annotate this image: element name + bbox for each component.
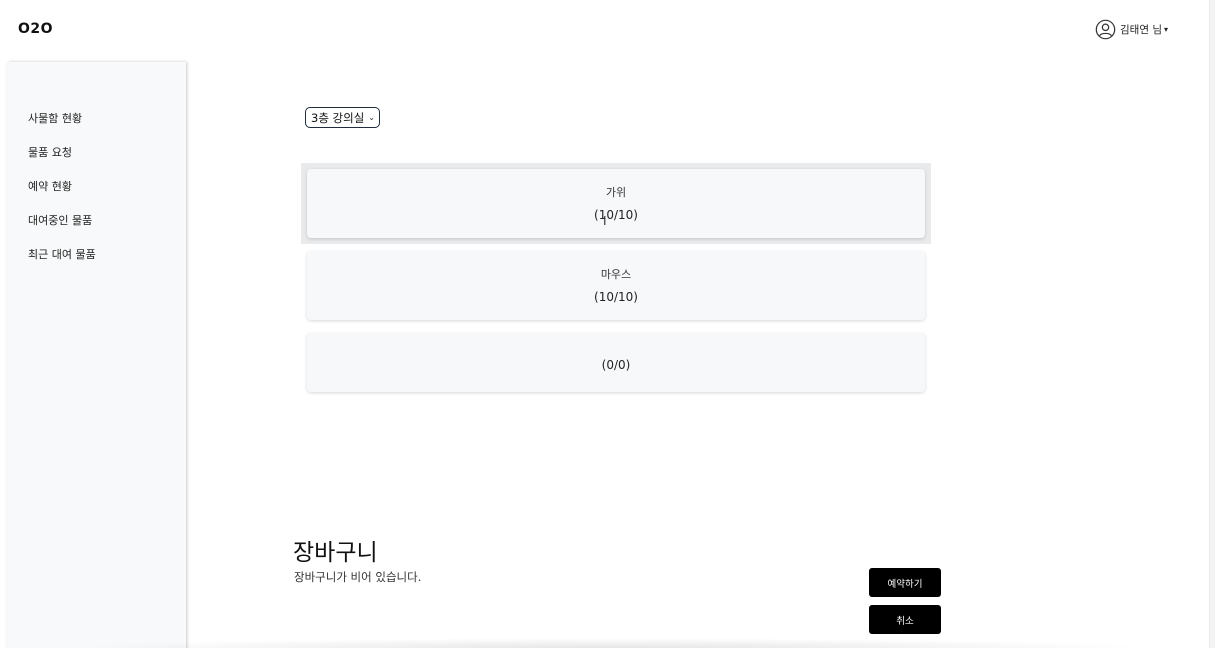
sidebar-item-recent-rentals[interactable]: 최근 대여 물품 bbox=[28, 246, 96, 262]
sidebar-item-item-request[interactable]: 물품 요청 bbox=[28, 144, 72, 160]
item-card-scissors[interactable]: 가위 (10/10) bbox=[307, 169, 925, 238]
chevron-down-icon: ⌄ bbox=[368, 113, 375, 122]
user-name: 김태연 님 bbox=[1120, 24, 1162, 36]
item-count: (10/10) bbox=[594, 290, 638, 304]
cancel-button[interactable]: 취소 bbox=[869, 605, 941, 634]
item-card-empty[interactable]: (0/0) bbox=[307, 333, 925, 392]
text-cursor-icon: I bbox=[603, 214, 607, 228]
sidebar-item-rented-items[interactable]: 대여중인 물품 bbox=[28, 212, 92, 228]
top-bar: O2O 김태연 님 ▾ bbox=[0, 0, 1215, 60]
cart-title: 장바구니 bbox=[293, 540, 378, 566]
caret-down-icon: ▾ bbox=[1163, 25, 1168, 34]
sidebar: 사물함 현황 물품 요청 예약 현황 대여중인 물품 최근 대여 물품 bbox=[7, 62, 186, 648]
item-name: 마우스 bbox=[600, 268, 632, 281]
sidebar-item-reservation-status[interactable]: 예약 현황 bbox=[28, 178, 72, 194]
item-count: (0/0) bbox=[601, 358, 631, 372]
user-avatar-icon bbox=[1095, 19, 1116, 40]
cart-empty-message: 장바구니가 비어 있습니다. bbox=[294, 570, 422, 584]
scrollbar[interactable] bbox=[1209, 0, 1215, 648]
room-select[interactable]: 3층 강의실 ⌄ bbox=[305, 107, 380, 128]
bottom-shadow bbox=[60, 638, 1160, 648]
room-select-value: 3층 강의실 bbox=[311, 110, 365, 125]
user-menu[interactable]: 김태연 님 ▾ bbox=[1095, 19, 1168, 40]
app-logo[interactable]: O2O bbox=[18, 21, 53, 37]
item-name: 가위 bbox=[605, 186, 627, 199]
sidebar-item-locker-status[interactable]: 사물함 현황 bbox=[28, 110, 82, 126]
item-card-mouse[interactable]: 마우스 (10/10) bbox=[307, 251, 925, 320]
reserve-button[interactable]: 예약하기 bbox=[869, 568, 941, 597]
item-count: (10/10) bbox=[594, 208, 638, 222]
